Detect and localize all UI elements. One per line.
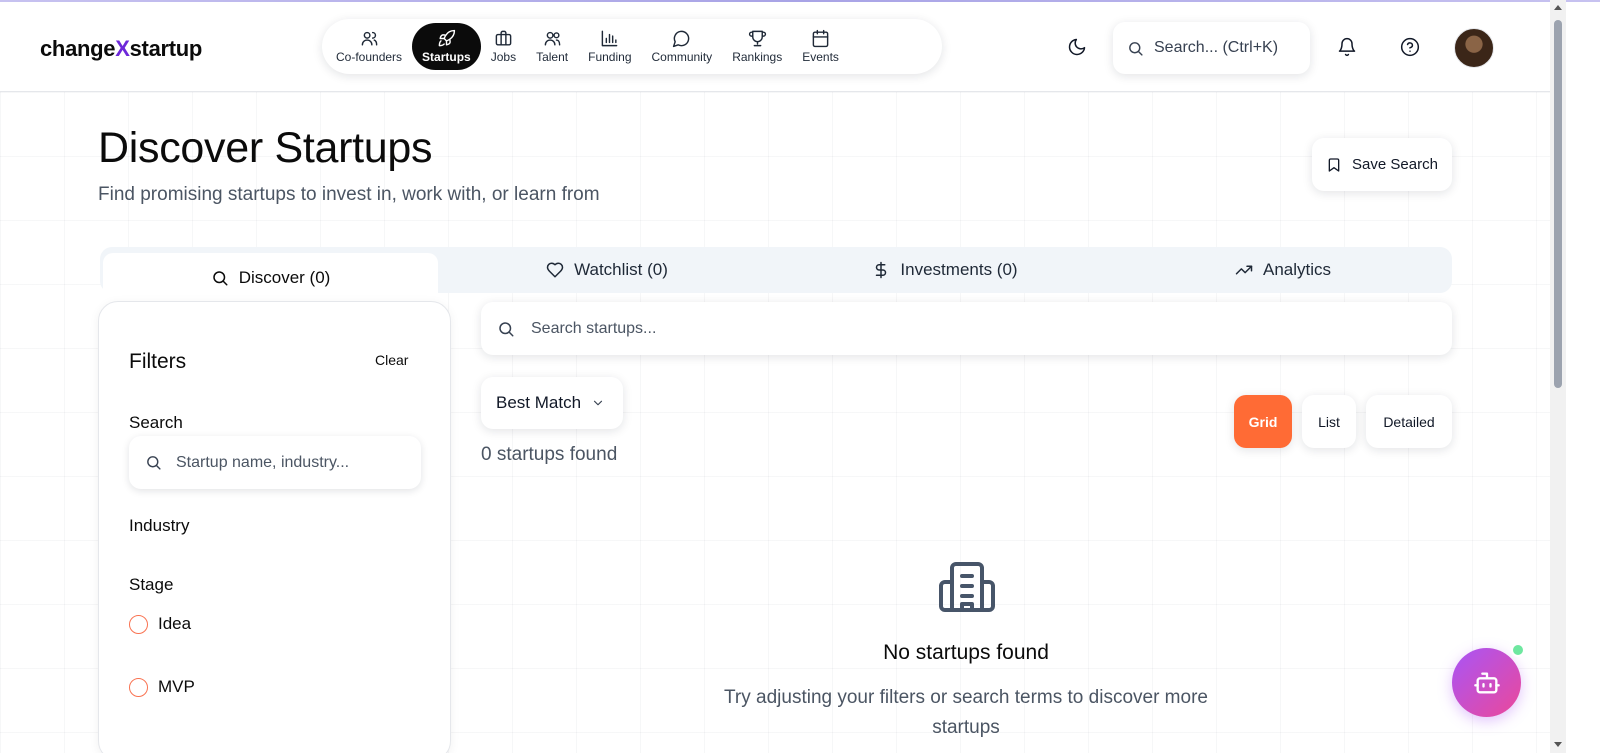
stage-option-idea[interactable]: Idea: [129, 614, 191, 634]
filter-search-input[interactable]: Startup name, industry...: [129, 436, 421, 489]
nav-item-rankings[interactable]: Rankings: [722, 23, 792, 70]
scroll-down-arrow-icon[interactable]: [1554, 742, 1562, 747]
bookmark-icon: [1328, 157, 1340, 172]
view-detailed-button[interactable]: Detailed: [1366, 395, 1452, 448]
search-icon: [1129, 41, 1143, 56]
top-header: changeXstartup Co-founders Startups Jobs…: [0, 2, 1550, 92]
online-status-dot: [1511, 643, 1525, 657]
save-search-button[interactable]: Save Search: [1312, 138, 1452, 191]
tab-label: Watchlist (0): [574, 260, 668, 279]
theme-toggle-button[interactable]: [1060, 30, 1094, 64]
page-scrollbar[interactable]: [1550, 0, 1566, 753]
stage-option-mvp[interactable]: MVP: [129, 677, 195, 697]
bot-icon: [1473, 672, 1500, 693]
startup-search-placeholder: Search startups...: [531, 319, 657, 337]
user-group-icon: [544, 31, 560, 46]
save-search-label: Save Search: [1352, 156, 1438, 173]
tab-discover[interactable]: Discover (0): [103, 253, 438, 303]
filter-search-placeholder: Startup name, industry...: [176, 453, 350, 471]
briefcase-icon: [495, 30, 512, 46]
chevron-down-icon: [593, 400, 603, 406]
calendar-icon: [812, 29, 829, 48]
logo-x: X: [115, 36, 130, 61]
empty-state-description: Try adjusting your filters or search ter…: [724, 687, 1208, 738]
nav-item-jobs[interactable]: Jobs: [481, 23, 526, 70]
building-icon: [939, 562, 995, 612]
logo-prefix: change: [40, 36, 116, 61]
filter-search-label: Search: [129, 413, 183, 432]
scrollbar-thumb[interactable]: [1554, 20, 1562, 388]
empty-state-title: No startups found: [883, 641, 1049, 664]
nav-item-events[interactable]: Events: [792, 23, 849, 70]
tab-watchlist[interactable]: Watchlist (0): [438, 247, 776, 293]
logo-suffix: startup: [129, 36, 203, 61]
dollar-icon: [876, 261, 887, 279]
nav-label: Funding: [588, 50, 632, 64]
filter-stage-label: Stage: [129, 575, 174, 594]
startup-search-input[interactable]: Search startups...: [481, 302, 1452, 355]
page-subtitle: Find promising startups to invest in, wo…: [98, 184, 600, 205]
global-search-placeholder: Search... (Ctrl+K): [1154, 39, 1279, 56]
tab-analytics[interactable]: Analytics: [1114, 247, 1452, 293]
nav-item-startups[interactable]: Startups: [412, 23, 481, 70]
trophy-icon: [748, 30, 766, 47]
bar-chart-icon: [601, 30, 618, 47]
logo[interactable]: changeXstartup: [40, 36, 202, 62]
tab-label: Analytics: [1262, 260, 1332, 279]
sort-select-value: Best Match: [496, 393, 582, 412]
search-icon: [499, 321, 514, 336]
rocket-icon: [438, 29, 456, 47]
clear-filters-button[interactable]: Clear: [375, 352, 408, 368]
filters-panel: Filters Clear Search Startup name, indus…: [98, 301, 451, 753]
help-button[interactable]: [1393, 30, 1427, 64]
nav-label: Events: [802, 50, 839, 64]
filter-industry-label: Industry: [129, 516, 190, 535]
nav-label: Community: [651, 50, 713, 64]
global-search[interactable]: Search... (Ctrl+K): [1113, 22, 1310, 74]
tab-label: Investments (0): [900, 260, 1018, 279]
page-title: Discover Startups: [98, 124, 433, 172]
view-list-button[interactable]: List: [1302, 395, 1356, 448]
trending-up-icon: [1235, 265, 1253, 275]
nav-label: Jobs: [490, 50, 517, 64]
nav-item-funding[interactable]: Funding: [578, 23, 641, 70]
bell-icon: [1338, 37, 1356, 57]
radio-button[interactable]: [129, 614, 148, 634]
avatar[interactable]: [1454, 28, 1494, 68]
tab-bar: Discover (0) Watchlist (0) Investments (…: [100, 247, 1452, 303]
sort-select[interactable]: Best Match: [481, 377, 623, 429]
moon-icon: [1068, 38, 1086, 56]
chatbot-button[interactable]: [1452, 648, 1521, 717]
nav-item-co-founders[interactable]: Co-founders: [326, 23, 412, 70]
help-circle-icon: [1400, 37, 1420, 57]
tab-investments[interactable]: Investments (0): [776, 247, 1114, 293]
nav-item-talent[interactable]: Talent: [526, 23, 578, 70]
nav-label: Co-founders: [336, 50, 403, 64]
results-count: 0 startups found: [481, 444, 618, 465]
view-grid-button[interactable]: Grid: [1234, 395, 1292, 448]
nav-label: Startups: [422, 50, 471, 64]
radio-button[interactable]: [129, 677, 148, 697]
chat-bubble-icon: [673, 30, 690, 48]
stage-option-label: Idea: [158, 614, 192, 633]
users-icon: [361, 31, 377, 46]
main-nav: Co-founders Startups Jobs Talent Funding…: [322, 19, 942, 74]
tab-label: Discover (0): [238, 268, 331, 287]
search-icon: [212, 271, 228, 286]
notifications-button[interactable]: [1330, 30, 1364, 64]
nav-label: Talent: [536, 50, 569, 64]
scroll-up-arrow-icon[interactable]: [1554, 5, 1562, 10]
nav-item-community[interactable]: Community: [642, 23, 723, 70]
search-icon: [147, 456, 161, 470]
stage-option-label: MVP: [158, 677, 195, 696]
filters-title: Filters: [129, 350, 187, 373]
nav-label: Rankings: [732, 50, 783, 64]
heart-icon: [546, 262, 564, 278]
